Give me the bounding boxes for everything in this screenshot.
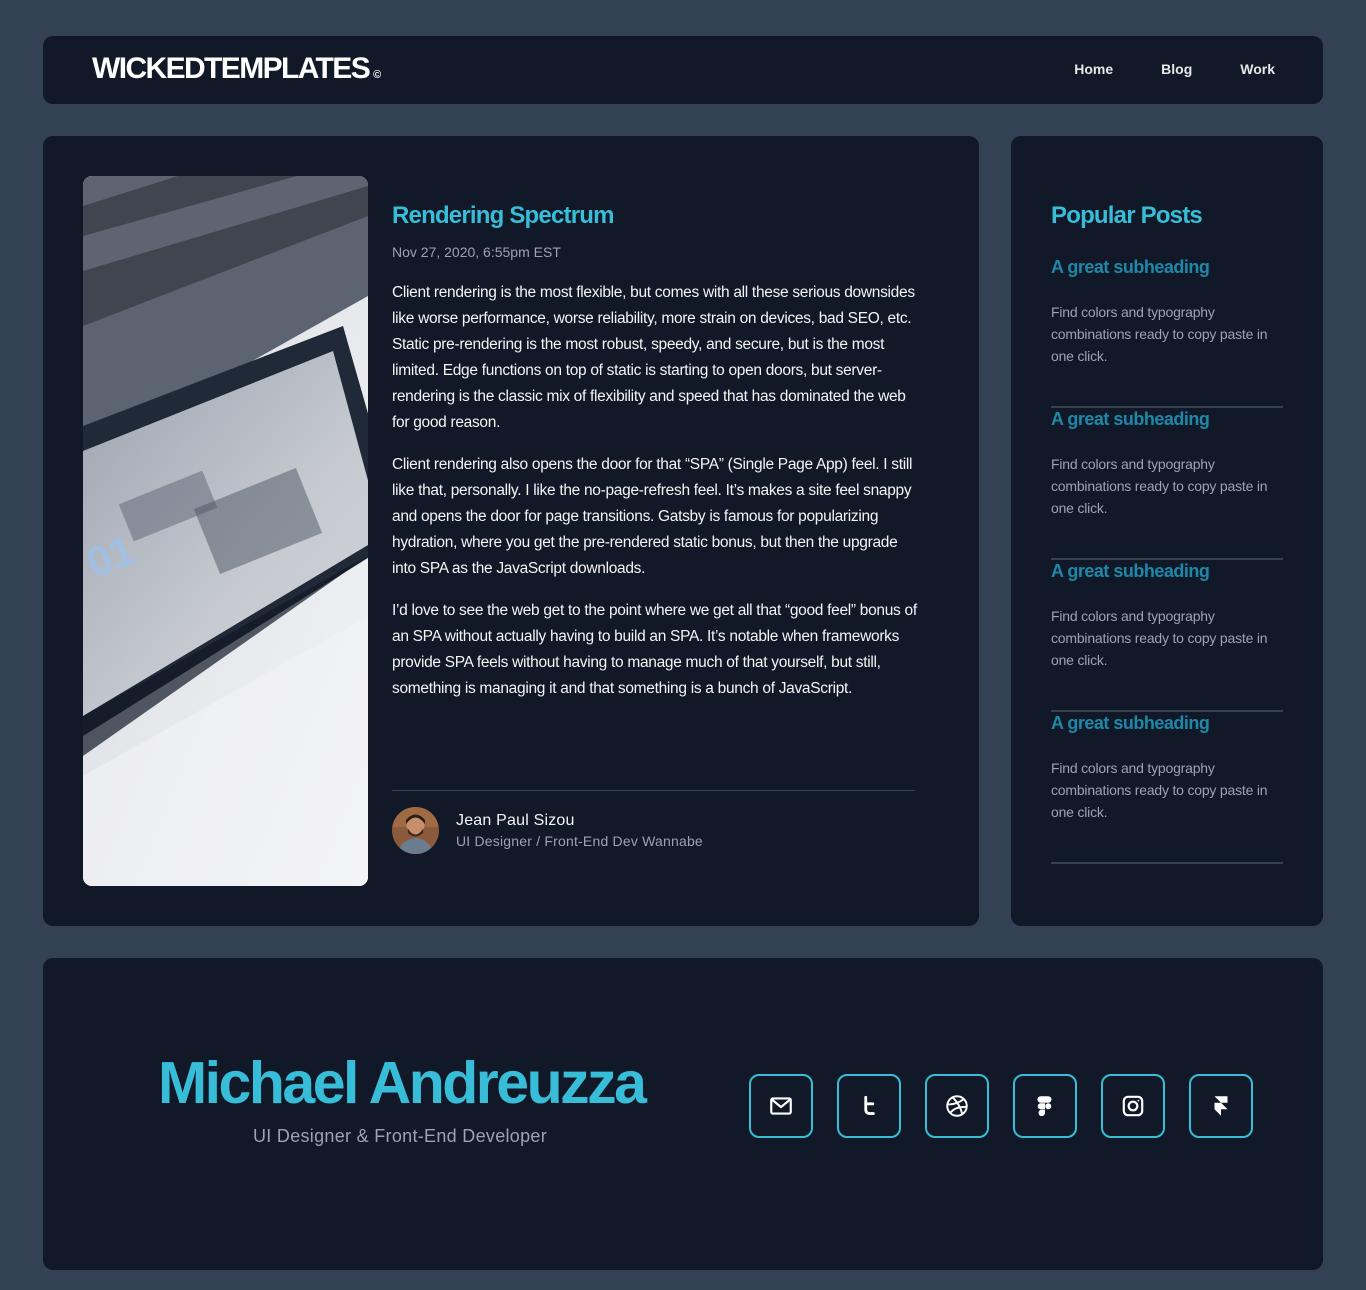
popular-post-item[interactable]: A great subheading Find colors and typog… bbox=[1051, 256, 1283, 408]
popular-post-subheading[interactable]: A great subheading bbox=[1051, 409, 1210, 430]
nav-blog[interactable]: Blog bbox=[1161, 61, 1192, 77]
popular-post-subheading[interactable]: A great subheading bbox=[1051, 561, 1210, 582]
nav-home[interactable]: Home bbox=[1074, 61, 1113, 77]
logo-mark: © bbox=[373, 69, 382, 81]
framer-icon bbox=[1214, 1096, 1228, 1116]
main-nav: Home Blog Work bbox=[1074, 61, 1275, 77]
footer-name: Michael Andreuzza bbox=[158, 1050, 647, 1116]
popular-post-description: Find colors and typography combinations … bbox=[1051, 608, 1268, 668]
sidebar-title: Popular Posts bbox=[1051, 202, 1203, 229]
author-avatar[interactable] bbox=[392, 807, 439, 854]
popular-post-description: Find colors and typography combinations … bbox=[1051, 760, 1268, 820]
nav-work[interactable]: Work bbox=[1240, 61, 1275, 77]
article-image: 01 bbox=[83, 176, 368, 886]
post-paragraph: I’d love to see the web get to the point… bbox=[392, 602, 917, 697]
post-date: Nov 27, 2020, 6:55pm EST bbox=[392, 244, 561, 260]
figma-icon bbox=[1037, 1096, 1052, 1117]
social-links bbox=[749, 1074, 1253, 1138]
framer-button[interactable] bbox=[1189, 1074, 1253, 1138]
post-paragraph: Client rendering also opens the door for… bbox=[392, 456, 913, 577]
popular-post-subheading[interactable]: A great subheading bbox=[1051, 713, 1210, 734]
popular-post-item[interactable]: A great subheading Find colors and typog… bbox=[1051, 560, 1283, 712]
site-header: WICKEDTEMPLATES © Home Blog Work bbox=[43, 36, 1323, 104]
site-footer: Michael Andreuzza UI Designer & Front-En… bbox=[43, 958, 1323, 1270]
popular-post-description: Find colors and typography combinations … bbox=[1051, 456, 1268, 516]
article-card: 01 Rendering Spectrum Nov 27, 2020, 6:55… bbox=[43, 136, 979, 926]
twitter-button[interactable] bbox=[837, 1074, 901, 1138]
logo-text: WICKEDTEMPLATES bbox=[92, 52, 371, 85]
popular-posts-list: A great subheading Find colors and typog… bbox=[1051, 256, 1283, 864]
post-paragraph: Client rendering is the most flexible, b… bbox=[392, 284, 915, 431]
figma-button[interactable] bbox=[1013, 1074, 1077, 1138]
popular-post-description: Find colors and typography combinations … bbox=[1051, 304, 1268, 364]
mail-icon bbox=[770, 1097, 792, 1115]
footer-role: UI Designer & Front-End Developer bbox=[253, 1126, 548, 1146]
dribbble-button[interactable] bbox=[925, 1074, 989, 1138]
popular-post-item[interactable]: A great subheading Find colors and typog… bbox=[1051, 712, 1283, 864]
author-divider bbox=[392, 790, 915, 791]
dribbble-icon bbox=[946, 1095, 968, 1117]
instagram-icon bbox=[1122, 1095, 1144, 1117]
post-title[interactable]: Rendering Spectrum bbox=[392, 200, 918, 232]
instagram-button[interactable] bbox=[1101, 1074, 1165, 1138]
article-body: Rendering Spectrum Nov 27, 2020, 6:55pm … bbox=[392, 200, 918, 702]
twitter-icon bbox=[864, 1095, 875, 1115]
author-block: Jean Paul Sizou UI Designer / Front-End … bbox=[392, 807, 703, 854]
author-role: UI Designer / Front-End Dev Wannabe bbox=[456, 833, 703, 849]
logo[interactable]: WICKEDTEMPLATES © bbox=[92, 52, 381, 86]
popular-post-item[interactable]: A great subheading Find colors and typog… bbox=[1051, 408, 1283, 560]
author-name[interactable]: Jean Paul Sizou bbox=[456, 812, 703, 830]
mail-button[interactable] bbox=[749, 1074, 813, 1138]
popular-posts-sidebar: Popular Posts A great subheading Find co… bbox=[1011, 136, 1323, 926]
popular-post-subheading[interactable]: A great subheading bbox=[1051, 257, 1210, 278]
